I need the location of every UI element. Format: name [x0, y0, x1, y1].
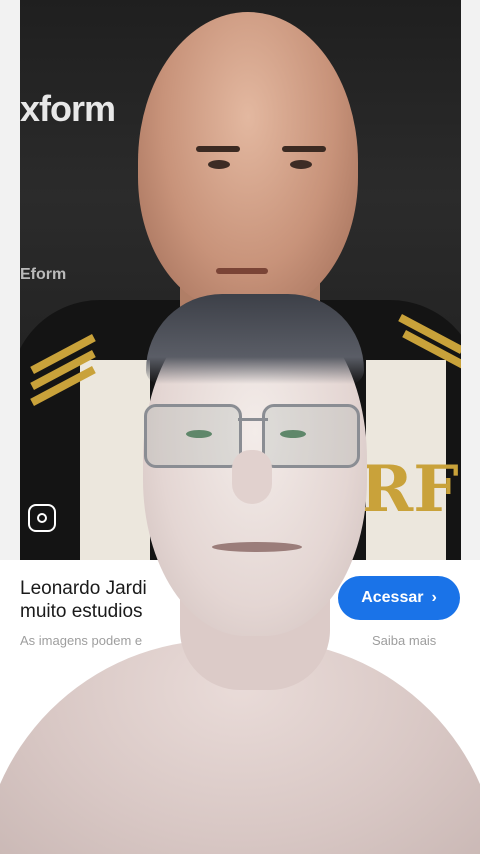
club-crest: RF [360, 452, 459, 527]
right-margin [461, 0, 480, 640]
jacket-stripe-left [80, 360, 150, 560]
backdrop-sponsor-text: xform [20, 88, 116, 129]
eye [208, 160, 230, 169]
chevron-right-icon: › [431, 589, 437, 606]
eyebrow [282, 146, 326, 152]
mouth [216, 268, 268, 274]
left-margin [0, 0, 20, 640]
result-title-line-2[interactable]: muito estudios [20, 601, 143, 623]
eye [290, 160, 312, 169]
result-image[interactable]: xform Eform RF [20, 0, 461, 560]
learn-more-link[interactable]: Saiba mais [372, 633, 436, 648]
coach-head [138, 12, 358, 312]
presenter-body [0, 640, 480, 854]
copyright-disclaimer: As imagens podem e [20, 633, 143, 648]
result-title-line-1[interactable]: Leonardo Jardi [20, 578, 147, 600]
eyebrow [196, 146, 240, 152]
visit-button[interactable]: Acessar › [338, 576, 460, 620]
screen: xform Eform RF Leonardo Jardi muito estu… [0, 0, 480, 854]
visit-button-label: Acessar [361, 589, 424, 606]
backdrop-sponsor-text-2: Eform [20, 266, 67, 283]
google-lens-icon[interactable] [28, 504, 56, 532]
